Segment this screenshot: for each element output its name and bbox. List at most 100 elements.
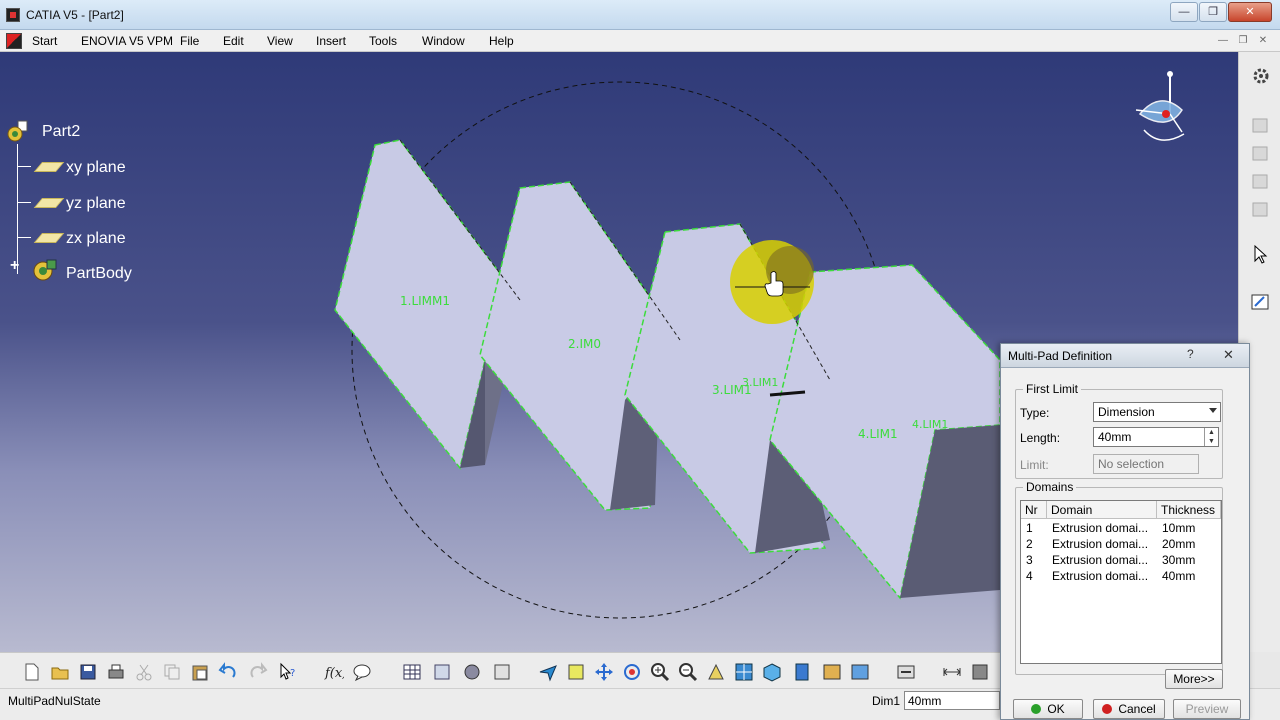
sketch-tool-icon[interactable] [1250,116,1272,136]
tree-item-yz-plane[interactable]: yz plane [66,195,126,213]
cut-icon[interactable] [134,662,154,682]
compass-icon[interactable] [1130,70,1190,150]
open-folder-icon[interactable] [50,662,70,682]
limit-label-6: 4.LIM1 [912,418,948,431]
row-3-thickness[interactable]: 30mm [1162,553,1195,567]
row-3-nr[interactable]: 3 [1026,553,1033,567]
shaft-tool-icon[interactable] [1250,200,1272,220]
undo-icon[interactable] [218,662,238,682]
ok-button[interactable]: OK [1013,699,1083,719]
row-3-domain[interactable]: Extrusion domai... [1052,553,1148,567]
minimize-button[interactable]: — [1170,2,1198,22]
limit-label-1: 1.LIMM1 [400,294,450,308]
maximize-button[interactable]: ❐ [1199,2,1227,22]
menu-file[interactable]: File [180,34,199,48]
limit-field[interactable] [1093,454,1199,474]
fit-all-icon[interactable] [566,662,586,682]
iso-view-icon[interactable] [762,662,782,682]
column-header-domain[interactable]: Domain [1047,501,1157,519]
catalog-icon[interactable] [462,662,482,682]
catia-app-icon [6,8,20,22]
doc-close-button[interactable]: ✕ [1256,34,1270,48]
start-icon[interactable] [6,33,22,49]
dialog-help-button[interactable]: ? [1187,347,1194,361]
first-limit-legend: First Limit [1023,382,1081,396]
redo-icon[interactable] [248,662,268,682]
save-icon[interactable] [78,662,98,682]
shading-icon[interactable] [792,662,812,682]
dialog-close-button[interactable]: ✕ [1223,347,1234,363]
row-1-thickness[interactable]: 10mm [1162,521,1195,535]
dimension-label: Dim1 [872,694,901,708]
copy-icon[interactable] [162,662,182,682]
zoom-out-icon[interactable] [678,662,698,682]
comment-icon[interactable] [352,662,372,682]
row-1-domain[interactable]: Extrusion domai... [1052,521,1148,535]
tree-item-zx-plane[interactable]: zx plane [66,230,126,248]
gear-icon[interactable] [1250,66,1272,86]
normal-view-icon[interactable] [706,662,726,682]
limit-label-2: 2.IM0 [568,337,601,351]
tree-item-partbody[interactable]: PartBody [66,265,132,283]
tree-item-part2[interactable]: Part2 [42,123,80,141]
sketcher-icon[interactable] [1250,292,1272,312]
dialog-title-bar[interactable]: Multi-Pad Definition ? ✕ [1001,344,1249,368]
select-arrow-icon[interactable] [1250,244,1272,264]
pan-icon[interactable] [594,662,614,682]
paste-icon[interactable] [190,662,210,682]
expand-icon[interactable]: + [10,257,19,275]
pocket-tool-icon[interactable] [1250,172,1272,192]
multi-view-icon[interactable] [734,662,754,682]
fly-mode-icon[interactable] [538,662,558,682]
whats-this-icon[interactable]: ? [278,662,298,682]
rotate-icon[interactable] [622,662,642,682]
part-icon[interactable] [6,120,28,142]
row-4-thickness[interactable]: 40mm [1162,569,1195,583]
row-2-domain[interactable]: Extrusion domai... [1052,537,1148,551]
spin-down-icon[interactable]: ▼ [1204,437,1218,446]
type-select[interactable]: Dimension [1093,402,1221,422]
preview-button[interactable]: Preview [1173,699,1241,719]
knowledge-icon[interactable] [432,662,452,682]
menu-help[interactable]: Help [489,34,514,48]
cancel-label: Cancel [1118,702,1156,716]
row-1-nr[interactable]: 1 [1026,521,1033,535]
column-header-nr[interactable]: Nr [1021,501,1047,519]
formula-icon[interactable]: f(x) [324,662,344,682]
domains-legend: Domains [1023,480,1077,494]
menu-view[interactable]: View [267,34,293,48]
more-button[interactable]: More>> [1165,669,1223,689]
column-header-thickness[interactable]: Thickness [1157,501,1221,519]
domains-table[interactable]: Nr Domain Thickness 1 Extrusion domai...… [1020,500,1222,664]
row-2-thickness[interactable]: 20mm [1162,537,1195,551]
spin-up-icon[interactable]: ▲ [1204,428,1218,437]
menu-insert[interactable]: Insert [316,34,346,48]
doc-minimize-button[interactable]: — [1216,34,1230,48]
table-icon[interactable] [402,662,422,682]
swap-visible-icon[interactable] [850,662,870,682]
menu-start[interactable]: Start [32,34,57,48]
close-window-button[interactable]: ✕ [1228,2,1272,22]
new-file-icon[interactable] [22,662,42,682]
pad-tool-icon[interactable] [1250,144,1272,164]
analysis-icon[interactable] [970,662,990,682]
dimension-icon[interactable] [942,662,962,682]
menu-edit[interactable]: Edit [223,34,244,48]
tree-item-xy-plane[interactable]: xy plane [66,159,126,177]
row-2-nr[interactable]: 2 [1026,537,1033,551]
dimension-input[interactable] [904,691,1000,710]
zoom-in-icon[interactable] [650,662,670,682]
menu-enovia[interactable]: ENOVIA V5 VPM [81,34,173,48]
row-4-nr[interactable]: 4 [1026,569,1033,583]
print-icon[interactable] [106,662,126,682]
doc-restore-button[interactable]: ❐ [1236,34,1250,48]
menu-window[interactable]: Window [422,34,465,48]
length-input[interactable]: 40mm ▲ ▼ [1093,427,1219,447]
measure-icon[interactable] [492,662,512,682]
cancel-button[interactable]: Cancel [1093,699,1165,719]
update-icon[interactable] [896,662,916,682]
menu-tools[interactable]: Tools [369,34,397,48]
partbody-icon[interactable] [32,258,58,282]
row-4-domain[interactable]: Extrusion domai... [1052,569,1148,583]
hide-show-icon[interactable] [822,662,842,682]
